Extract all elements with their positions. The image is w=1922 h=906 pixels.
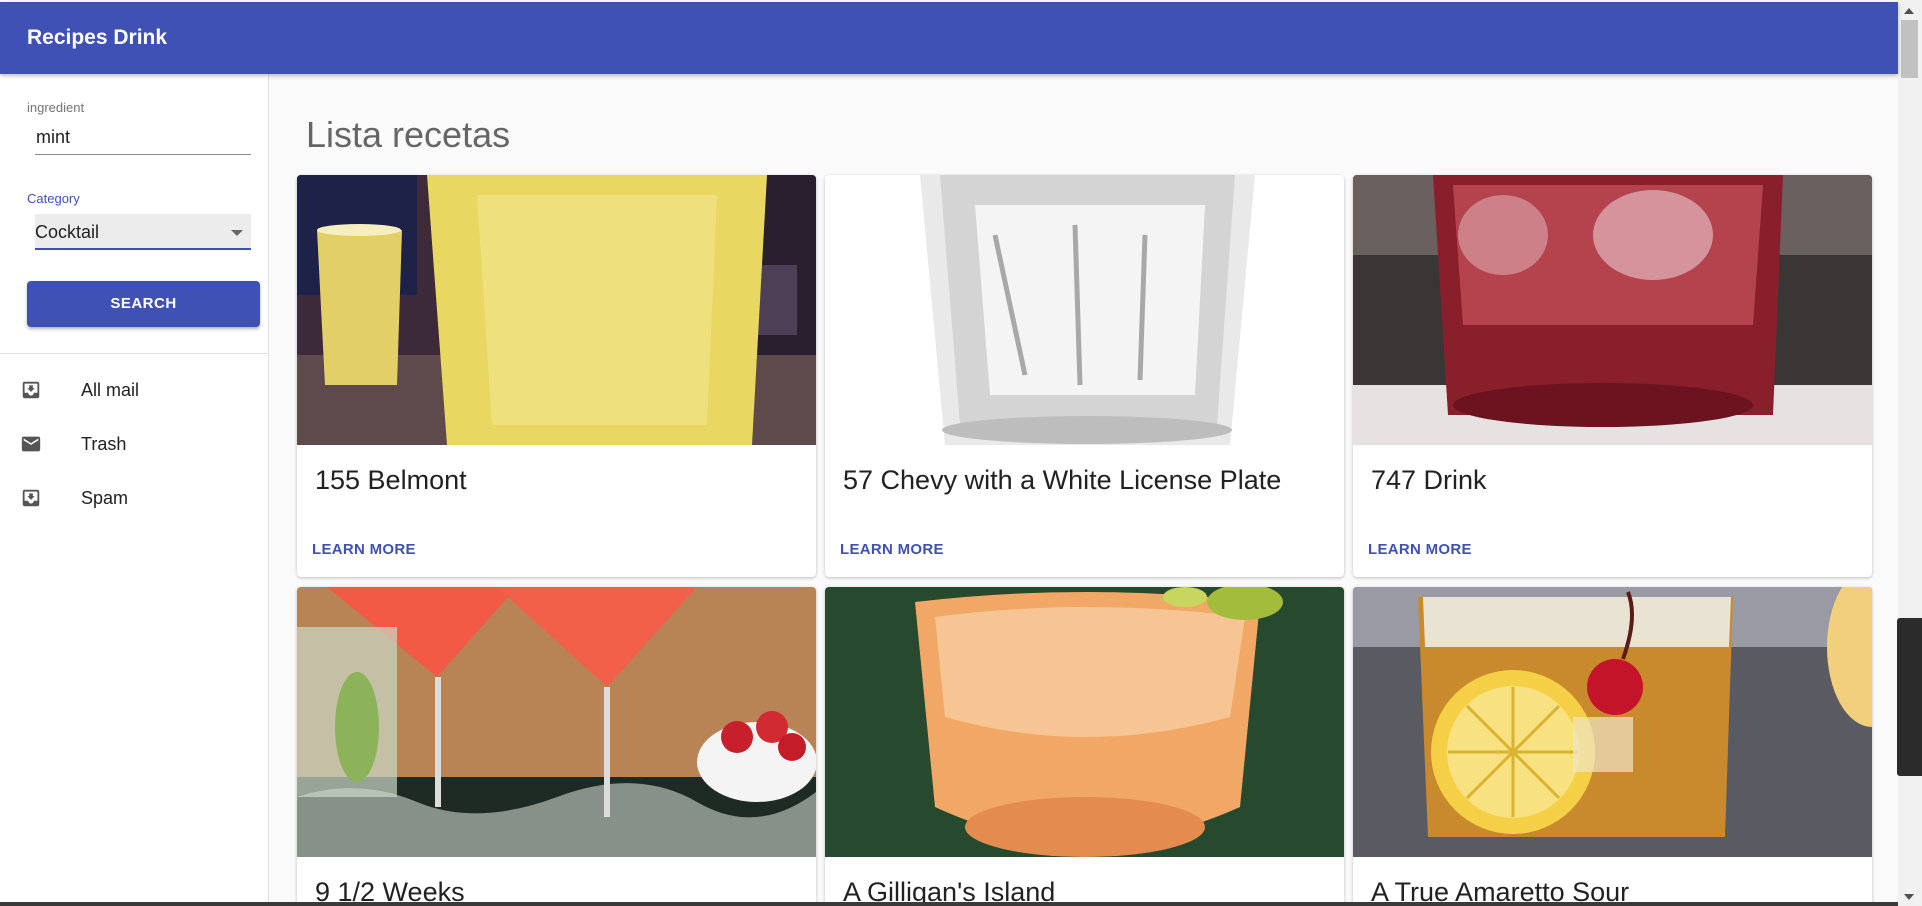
sidebar-item-all-mail[interactable]: All mail xyxy=(0,363,269,417)
recipe-title: 747 Drink xyxy=(1371,465,1487,495)
app-bar: Recipes Drink xyxy=(0,2,1898,74)
recipe-image xyxy=(825,587,1344,857)
recipe-image xyxy=(825,175,1344,445)
recipe-card: A Gilligan's Island xyxy=(825,587,1344,906)
category-value: Cocktail xyxy=(35,222,100,242)
mail-icon xyxy=(21,436,41,452)
recipe-image xyxy=(297,587,816,857)
ingredient-field: ingredient xyxy=(27,100,251,160)
ingredient-label: ingredient xyxy=(27,100,85,115)
sidebar-item-spam[interactable]: Spam xyxy=(0,471,269,525)
learn-more-button[interactable]: LEARN MORE xyxy=(312,541,416,558)
recipe-image xyxy=(1353,175,1872,445)
sidebar: ingredient Category Cocktail SEARCH All … xyxy=(0,74,269,906)
recipe-card: 57 Chevy with a White License Plate LEAR… xyxy=(825,175,1344,577)
app-title: Recipes Drink xyxy=(27,26,168,49)
recipe-image xyxy=(297,175,816,445)
scrollbar-thumb[interactable] xyxy=(1901,20,1918,78)
scroll-down-icon[interactable] xyxy=(1904,894,1914,900)
recipe-title: 57 Chevy with a White License Plate xyxy=(843,465,1282,495)
inbox-download-icon xyxy=(22,381,40,399)
caret-down-icon xyxy=(231,230,243,236)
window-bottom-edge xyxy=(0,902,1898,906)
learn-more-button[interactable]: LEARN MORE xyxy=(1368,541,1472,558)
page-title: Lista recetas xyxy=(306,114,511,155)
sidebar-item-label: All mail xyxy=(81,379,140,400)
ingredient-underline xyxy=(35,154,251,155)
recipe-card: 9 1/2 Weeks xyxy=(297,587,816,906)
learn-more-button[interactable]: LEARN MORE xyxy=(840,541,944,558)
inbox-download-icon xyxy=(22,489,40,507)
sidebar-divider xyxy=(0,353,269,354)
app-root: Recipes Drink ingredient Category Cockta… xyxy=(0,0,1922,906)
recipe-card: A True Amaretto Sour xyxy=(1353,587,1872,906)
category-label: Category xyxy=(27,191,80,206)
recipe-title: 155 Belmont xyxy=(315,465,467,495)
search-button[interactable]: SEARCH xyxy=(27,281,260,327)
sidebar-item-trash[interactable]: Trash xyxy=(0,417,269,471)
side-dock-panel[interactable] xyxy=(1897,618,1922,776)
main-content: Lista recetas 155 Belmont LEARN MORE 57 … xyxy=(270,74,1898,906)
recipe-card: 155 Belmont LEARN MORE xyxy=(297,175,816,577)
sidebar-item-label: Spam xyxy=(81,487,129,508)
scroll-up-icon[interactable] xyxy=(1904,8,1914,14)
sidebar-item-label: Trash xyxy=(81,433,127,454)
ingredient-input[interactable] xyxy=(36,125,251,149)
recipe-card: 747 Drink LEARN MORE xyxy=(1353,175,1872,577)
category-select[interactable]: Cocktail xyxy=(35,214,251,250)
recipe-image xyxy=(1353,587,1872,857)
category-field: Category Cocktail xyxy=(27,191,251,253)
